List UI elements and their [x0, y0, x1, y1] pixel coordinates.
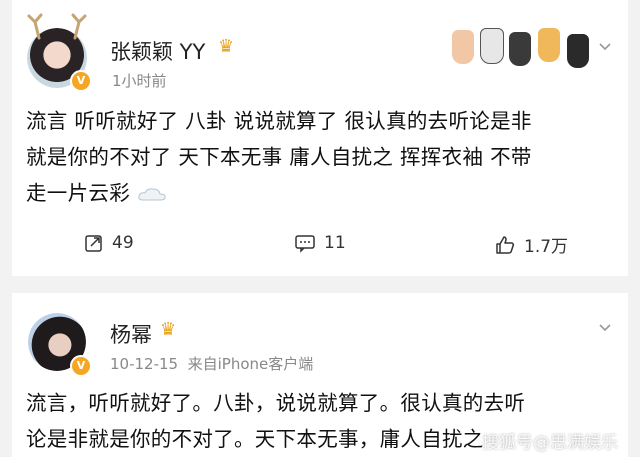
- verified-badge: V: [70, 70, 92, 92]
- repost-icon: [85, 235, 102, 252]
- comment-icon: [295, 235, 315, 253]
- author-name[interactable]: 张颖颖 YY: [110, 36, 205, 66]
- thumbs-up-icon: [496, 235, 515, 254]
- chevron-down-icon[interactable]: [598, 40, 612, 54]
- verified-badge: V: [70, 355, 92, 377]
- comment-button[interactable]: 11: [294, 233, 346, 253]
- post-date: 10-12-15: [110, 355, 179, 373]
- post-text: 流言 听听就好了 八卦 说说就算了 很认真的去听论是非 就是你的不对了 天下本无…: [26, 103, 616, 211]
- post-meta: 10-12-15 来自iPhone客户端: [110, 353, 313, 374]
- comment-count: 11: [324, 233, 346, 253]
- cat-paw-icon: [480, 28, 504, 64]
- cat-paw-icon: [452, 30, 474, 64]
- repost-count: 49: [112, 233, 134, 253]
- post-card: V 张颖颖 YY ♛ 1小时前 流言 听听就好了 八卦 说说就算了 很认真的去听…: [12, 0, 628, 276]
- like-button[interactable]: 1.7万: [494, 232, 568, 257]
- crown-icon: ♛: [160, 319, 177, 340]
- cat-paw-icon: [538, 28, 560, 62]
- author-name[interactable]: 杨幂: [110, 319, 152, 349]
- cloud-emoji-icon: [138, 188, 166, 201]
- post-text-line: 走一片云彩: [26, 181, 130, 205]
- post-text-line: 流言，听听就好了。八卦，说说就算了。很认真的去听: [26, 391, 526, 415]
- crown-icon: ♛: [218, 36, 235, 57]
- post-text-line: 流言 听听就好了 八卦 说说就算了 很认真的去听论是非: [26, 109, 532, 133]
- post-time: 1小时前: [112, 72, 167, 90]
- post-text-line: 就是你的不对了 天下本无事 庸人自扰之 挥挥衣袖 不带: [26, 145, 532, 169]
- cat-paw-icon: [509, 32, 531, 66]
- like-count: 1.7万: [524, 237, 569, 257]
- watermark: 搜狐号@思满娱乐: [482, 433, 618, 453]
- antlers-icon: [27, 13, 87, 40]
- repost-button[interactable]: 49: [84, 233, 134, 253]
- cat-paw-icon: [567, 34, 589, 68]
- chevron-down-icon[interactable]: [598, 321, 612, 335]
- post-source[interactable]: 来自iPhone客户端: [188, 355, 314, 373]
- post-card: V 杨幂 ♛ 10-12-15 来自iPhone客户端 流言，听听就好了。八卦，…: [12, 293, 628, 457]
